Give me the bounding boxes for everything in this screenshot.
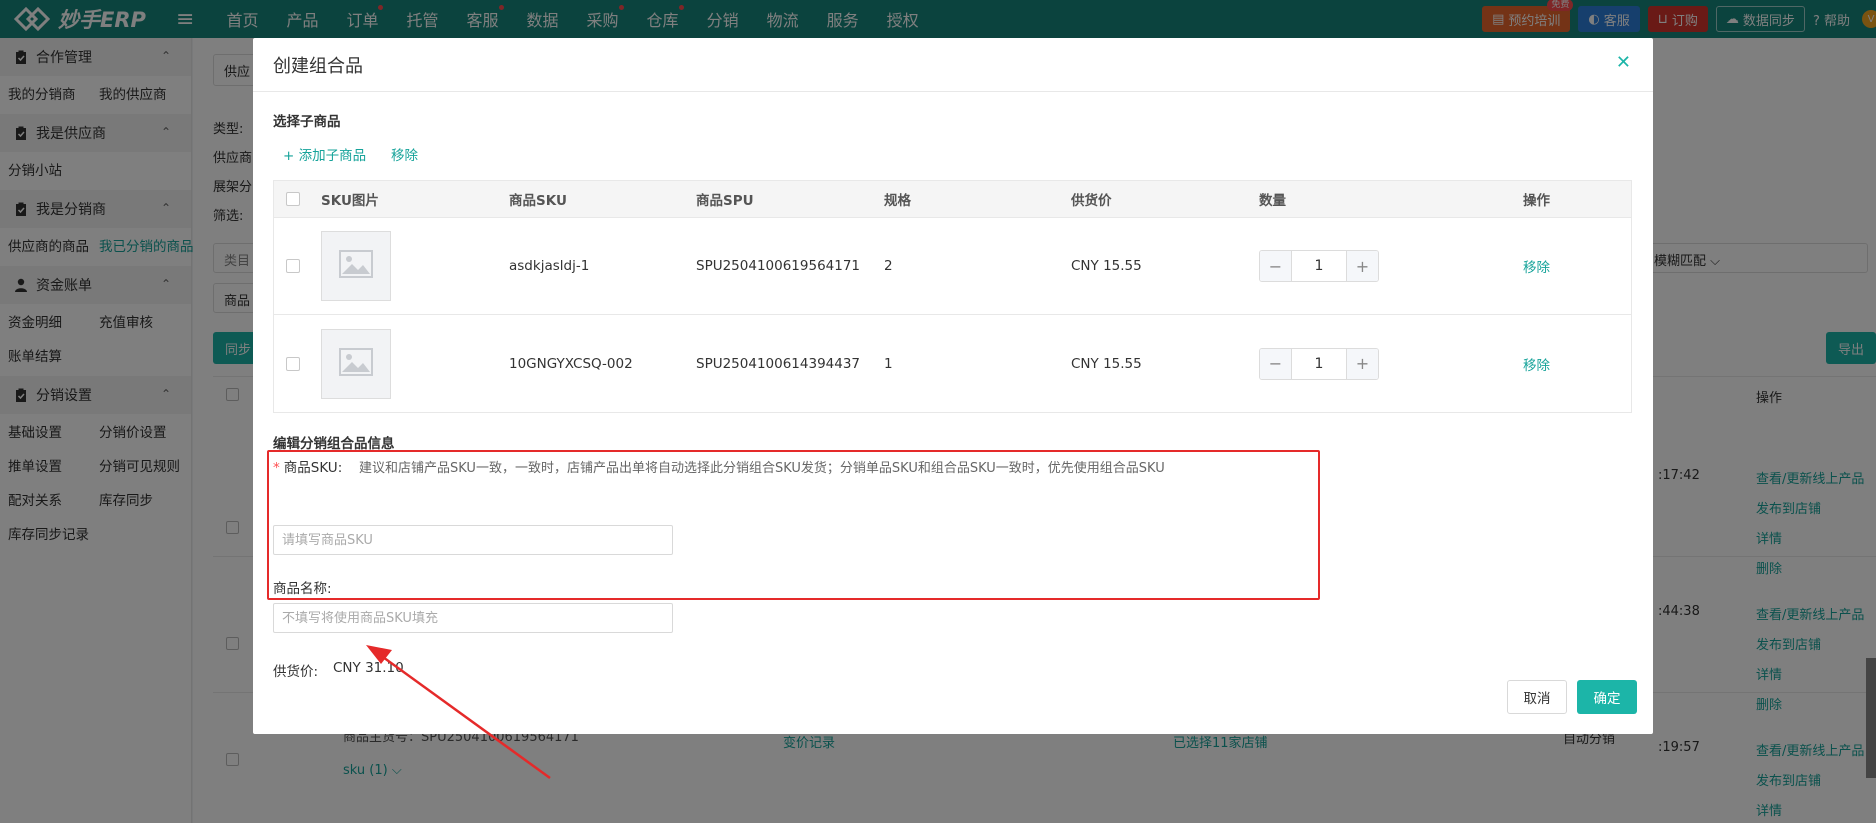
edit-bundle-info-title: 编辑分销组合品信息: [273, 436, 395, 452]
row-checkbox[interactable]: [286, 356, 300, 371]
column-header: 商品SPU: [696, 193, 754, 209]
quantity-cell: −1 +: [1259, 218, 1379, 314]
spec-cell: 1: [884, 355, 893, 372]
modal-title: 创建组合品: [273, 55, 363, 77]
minus-icon[interactable]: −: [1260, 348, 1292, 379]
column-header: 供货价: [1071, 193, 1112, 209]
checkbox-cell: [286, 315, 300, 412]
quantity-value[interactable]: 1: [1292, 251, 1346, 281]
image-cell: [321, 315, 391, 412]
column-header: 数量: [1259, 193, 1286, 209]
name-input[interactable]: [273, 603, 673, 633]
column-header: 商品SKU: [509, 193, 567, 209]
image-icon: [339, 347, 373, 380]
sku-image-placeholder: [321, 231, 391, 301]
add-subproduct-link[interactable]: + 添加子商品: [283, 144, 366, 164]
quantity-cell: −1 +: [1259, 315, 1379, 412]
image-cell: [321, 218, 391, 314]
sku-cell: asdkjasldj-1: [509, 258, 590, 274]
select-all-checkbox[interactable]: [286, 192, 300, 206]
spu-cell: SPU2504100614394437: [696, 355, 861, 372]
spec-cell: 2: [884, 258, 893, 274]
price-value: CNY 31.10: [333, 660, 404, 676]
add-subproduct-label: 添加子商品: [298, 148, 367, 164]
price-cell: CNY 15.55: [1071, 258, 1142, 274]
modal-header: 创建组合品: [253, 38, 1653, 92]
select-subproducts-title: 选择子商品: [273, 114, 341, 130]
table-body: asdkjasldj-1 SPU2504100619564171 2 CNY 15.5…: [274, 218, 1631, 412]
spu-cell: SPU2504100619564171: [696, 258, 861, 274]
price-label: 供货价:: [273, 664, 319, 680]
column-header: SKU图片: [321, 193, 379, 209]
confirm-button[interactable]: 确定: [1577, 680, 1637, 714]
table-row: asdkjasldj-1 SPU2504100619564171 2 CNY 15.5…: [274, 218, 1631, 315]
quantity-value[interactable]: 1: [1292, 349, 1346, 379]
subproduct-table: SKU图片 商品SKU 商品SPU 规格 供货价 数量 操作 asdkjasldj-1 SPU…: [273, 180, 1632, 413]
remove-selected-link[interactable]: 移除: [391, 144, 418, 164]
cancel-button[interactable]: 取消: [1507, 680, 1567, 714]
highlight-box: [267, 450, 1320, 600]
image-icon: [339, 250, 373, 282]
price-cell: CNY 15.55: [1071, 355, 1142, 372]
close-icon[interactable]: ✕: [1616, 52, 1631, 73]
table-header: SKU图片 商品SKU 商品SPU 规格 供货价 数量 操作: [274, 181, 1631, 218]
header-checkbox-cell: [286, 181, 300, 217]
plus-icon[interactable]: +: [1346, 348, 1378, 379]
column-header: 规格: [884, 193, 911, 209]
quantity-stepper[interactable]: −1 +: [1259, 347, 1379, 380]
plus-icon[interactable]: +: [1346, 251, 1378, 281]
minus-icon[interactable]: −: [1260, 251, 1292, 281]
table-row: 10GNGYXCSQ-002 SPU2504100614394437 1 CNY 15…: [274, 315, 1631, 412]
remove-link[interactable]: 移除: [1523, 315, 1550, 412]
quantity-stepper[interactable]: −1 +: [1259, 250, 1379, 282]
row-checkbox[interactable]: [286, 259, 300, 273]
sku-image-placeholder: [321, 328, 391, 399]
checkbox-cell: [286, 218, 300, 314]
column-header: 操作: [1523, 193, 1550, 209]
sku-cell: 10GNGYXCSQ-002: [509, 355, 633, 372]
create-bundle-modal: 创建组合品 ✕ 选择子商品 + 添加子商品 移除 SKU图片 商品SKU 商品SPU…: [253, 38, 1653, 734]
plus-icon: +: [283, 148, 299, 164]
remove-link[interactable]: 移除: [1523, 218, 1550, 314]
